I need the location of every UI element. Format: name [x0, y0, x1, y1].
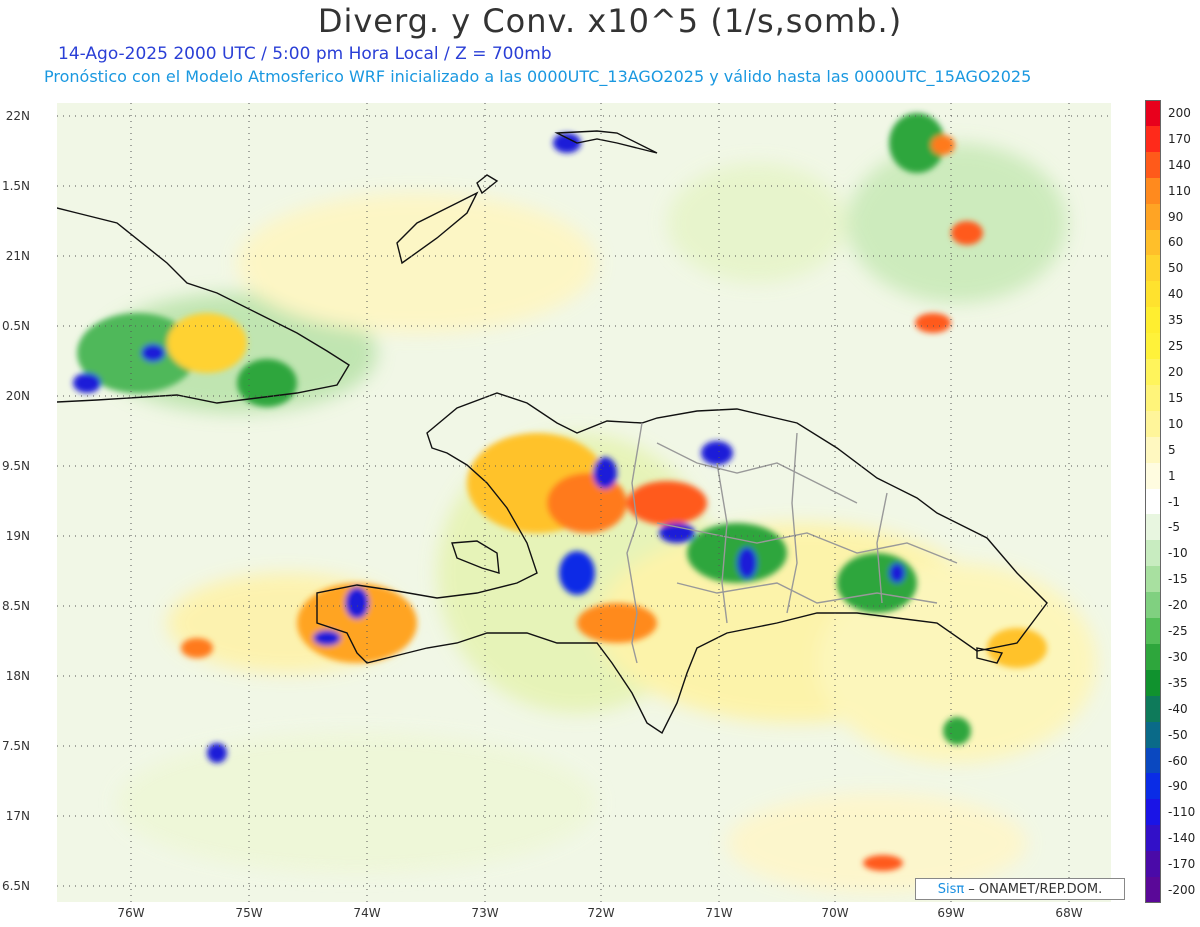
chart-title: Diverg. y Conv. x10^5 (1/s,somb.): [317, 2, 903, 40]
lat-label: 9.5N: [1, 459, 30, 473]
colorbar-label: -90: [1168, 779, 1188, 794]
lon-label: 69W: [937, 906, 965, 920]
colorbar-border: [1145, 100, 1161, 903]
lat-label: 1.5N: [1, 179, 30, 193]
colorbar-label: 90: [1168, 209, 1184, 224]
map-field: [57, 103, 1111, 902]
lon-label: 74W: [353, 906, 381, 920]
colorbar-label: -1: [1168, 494, 1180, 509]
lat-label: 19N: [5, 529, 30, 543]
colorbar-label: 1: [1168, 468, 1176, 483]
lat-label: 17N: [5, 809, 30, 823]
lat-label: 20N: [5, 389, 30, 403]
lon-label: 73W: [471, 906, 499, 920]
colorbar-label: -15: [1168, 572, 1188, 587]
colorbar-label: 110: [1168, 183, 1191, 198]
colorbar-label: -50: [1168, 727, 1188, 742]
lat-label: 6.5N: [1, 879, 30, 893]
lat-label: 18N: [5, 669, 30, 683]
colorbar-label: -20: [1168, 598, 1188, 613]
lat-label: 22N: [5, 109, 30, 123]
colorbar-label: 50: [1168, 261, 1184, 276]
credit-box: Sisπ – ONAMET/REP.DOM.: [915, 878, 1125, 900]
colorbar-label: 5: [1168, 442, 1176, 457]
colorbar-label: -30: [1168, 649, 1188, 664]
lon-label: 68W: [1055, 906, 1083, 920]
colorbar-label: -35: [1168, 675, 1188, 690]
lat-label: 21N: [5, 249, 30, 263]
lon-label: 72W: [587, 906, 615, 920]
colorbar-label: -5: [1168, 520, 1180, 535]
divergence-map: [57, 103, 1111, 902]
model-info-line: Pronóstico con el Modelo Atmosferico WRF…: [44, 67, 1032, 86]
lat-label: 7.5N: [1, 739, 30, 753]
colorbar-label: -110: [1168, 805, 1196, 820]
colorbar-label: -25: [1168, 624, 1188, 639]
colorbar-label: 40: [1168, 287, 1184, 302]
colorbar-label: 15: [1168, 390, 1184, 405]
forecast-date-line: 14-Ago-2025 2000 UTC / 5:00 pm Hora Loca…: [58, 44, 552, 64]
lon-label: 75W: [235, 906, 263, 920]
colorbar-label: -170: [1168, 857, 1196, 872]
colorbar-label: 25: [1168, 339, 1184, 354]
colorbar-label: -200: [1168, 883, 1196, 898]
colorbar-label: -10: [1168, 546, 1188, 561]
colorbar-label: -140: [1168, 831, 1196, 846]
lon-label: 71W: [705, 906, 733, 920]
colorbar-label: 35: [1168, 313, 1184, 328]
lon-label: 70W: [821, 906, 849, 920]
colorbar-label: -40: [1168, 701, 1188, 716]
colorbar-label: 140: [1168, 157, 1191, 172]
lon-label: 76W: [117, 906, 145, 920]
colorbar-label: 60: [1168, 235, 1184, 250]
colorbar-label: -60: [1168, 753, 1188, 768]
colorbar-label: 170: [1168, 131, 1191, 146]
colorbar-label: 10: [1168, 416, 1184, 431]
lat-label: 8.5N: [1, 599, 30, 613]
colorbar-label: 200: [1168, 105, 1191, 120]
sispi-logo: Sisπ: [937, 881, 965, 897]
lat-label: 0.5N: [1, 319, 30, 333]
colorbar-label: 20: [1168, 364, 1184, 379]
credit-text: – ONAMET/REP.DOM.: [968, 881, 1103, 897]
